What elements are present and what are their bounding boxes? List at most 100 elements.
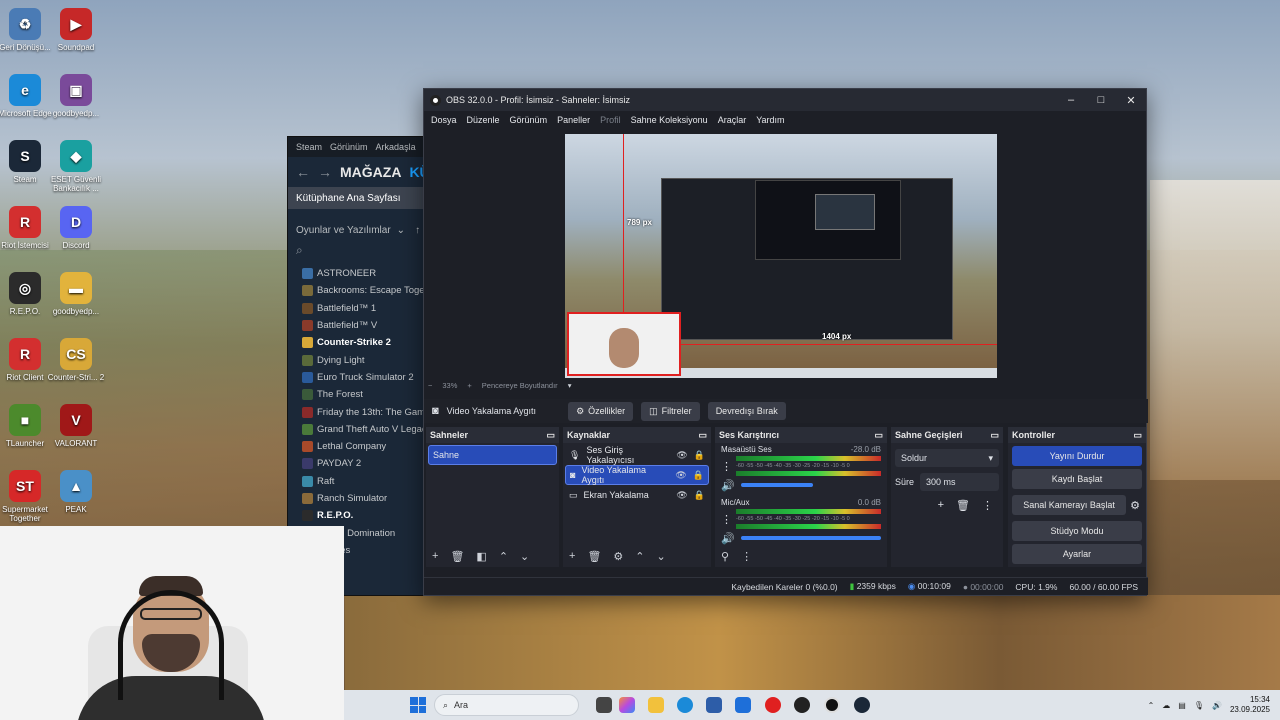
network-icon[interactable]: ▤ xyxy=(1178,701,1186,710)
task-view-icon[interactable] xyxy=(596,697,612,713)
undock-icon[interactable]: ▭ xyxy=(874,430,883,441)
cloud-icon[interactable]: ☁ xyxy=(1162,701,1170,710)
chatgpt-icon[interactable] xyxy=(794,697,810,713)
opera-icon[interactable] xyxy=(765,697,781,713)
close-icon[interactable]: ✕ xyxy=(1116,94,1146,107)
source-item-audio[interactable]: 🎙 Ses Giriş Yakalayıcısı 👁 🔒 xyxy=(565,445,709,465)
deactivate-button[interactable]: Devredışı Bırak xyxy=(707,402,786,420)
link-icon[interactable]: ⚲ xyxy=(721,550,729,563)
volume-slider[interactable] xyxy=(740,483,813,487)
gear-icon[interactable]: ⚙ xyxy=(1130,499,1140,512)
speaker-icon[interactable]: 🔊 xyxy=(721,532,735,545)
more-vertical-icon[interactable]: ⋮ xyxy=(741,550,752,563)
game-list-item[interactable]: Ranch Simulator xyxy=(302,490,426,507)
start-virtual-camera-button[interactable]: Sanal Kamerayı Başlat xyxy=(1012,495,1127,515)
scene-item[interactable]: Sahne xyxy=(428,445,557,465)
start-recording-button[interactable]: Kaydı Başlat xyxy=(1012,469,1142,489)
obs-taskbar-icon[interactable] xyxy=(824,697,840,713)
desktop-icon[interactable]: CS Counter-Stri... 2 xyxy=(46,338,106,382)
game-list-item[interactable]: PAYDAY 2 xyxy=(302,455,426,472)
selected-source-bounds[interactable] xyxy=(567,312,681,376)
chevron-down-icon[interactable]: ▾ xyxy=(568,381,572,390)
edge-icon[interactable] xyxy=(677,697,693,713)
desktop-icon[interactable]: ▲ PEAK xyxy=(46,470,106,514)
trash-icon[interactable]: 🗑 xyxy=(956,499,970,512)
zoom-in-button[interactable]: + xyxy=(467,381,471,390)
menu-tools[interactable]: Araçlar xyxy=(713,115,752,125)
store-icon[interactable] xyxy=(706,697,722,713)
undock-icon[interactable]: ▭ xyxy=(546,430,555,441)
desktop-icon[interactable]: ▣ goodbyedp... xyxy=(46,74,106,118)
lock-icon[interactable]: 🔒 xyxy=(694,490,705,501)
library-home[interactable]: Kütüphane Ana Sayfası xyxy=(288,187,426,209)
game-list-item[interactable]: ASTRONEER xyxy=(302,265,426,282)
trash-icon[interactable]: 🗑 xyxy=(587,550,601,563)
menu-scene-collection[interactable]: Sahne Koleksiyonu xyxy=(626,115,713,125)
move-down-icon[interactable]: ⌄ xyxy=(520,550,529,563)
game-list-item[interactable]: Backrooms: Escape Together xyxy=(302,282,426,299)
sort-arrow-icon[interactable]: ↑ xyxy=(415,225,420,236)
lock-icon[interactable]: 🔒 xyxy=(693,470,704,481)
copilot-icon[interactable] xyxy=(619,697,635,713)
menu-profile[interactable]: Profil xyxy=(595,115,626,125)
filter-icon[interactable]: ◧ xyxy=(476,550,486,563)
source-item-display[interactable]: ▭ Ekran Yakalama 👁 🔒 xyxy=(565,485,709,505)
move-down-icon[interactable]: ⌄ xyxy=(657,550,666,563)
properties-button[interactable]: ⚙ Özellikler xyxy=(568,401,634,421)
zoom-out-button[interactable]: − xyxy=(428,381,432,390)
volume-icon[interactable]: 🔊 xyxy=(1212,701,1222,710)
game-list-item[interactable]: Raft xyxy=(302,473,426,490)
menu-help[interactable]: Yardım xyxy=(751,115,789,125)
desktop-icon[interactable]: V VALORANT xyxy=(46,404,106,448)
steam-menu-friends[interactable]: Arkadaşla xyxy=(376,142,416,152)
game-list-item[interactable]: Battlefield™ 1 xyxy=(302,300,426,317)
game-list-item[interactable]: Dying Light xyxy=(302,351,426,368)
move-up-icon[interactable]: ⌃ xyxy=(499,550,508,563)
game-list-item[interactable]: Counter-Strike 2 xyxy=(302,334,426,351)
chevron-up-icon[interactable]: ⌃ xyxy=(1148,701,1155,710)
library-search-icon[interactable]: ⌕ xyxy=(288,243,426,265)
undock-icon[interactable]: ▭ xyxy=(990,430,999,441)
game-list-item[interactable]: Friday the 13th: The Game xyxy=(302,403,426,420)
game-list-item[interactable]: The Forest xyxy=(302,386,426,403)
steam-menu-steam[interactable]: Steam xyxy=(296,142,322,152)
back-arrow-icon[interactable]: ← xyxy=(296,164,310,180)
more-vertical-icon[interactable]: ⋮ xyxy=(721,513,732,526)
undock-icon[interactable]: ▭ xyxy=(698,430,707,441)
more-vertical-icon[interactable]: ⋮ xyxy=(721,460,732,473)
library-filter[interactable]: Oyunlar ve Yazılımlar ⌄ ↑ xyxy=(288,217,426,243)
stop-stream-button[interactable]: Yayını Durdur xyxy=(1012,446,1142,466)
steam-tab-store[interactable]: MAĞAZA xyxy=(340,164,401,180)
volume-slider[interactable] xyxy=(740,536,881,540)
taskbar-search[interactable]: ⌕ Ara xyxy=(434,694,579,716)
game-list-item[interactable]: R.E.P.O. xyxy=(302,507,426,524)
game-list-item[interactable]: Battlefield™ V xyxy=(302,317,426,334)
settings-button[interactable]: Ayarlar xyxy=(1012,544,1142,564)
clock[interactable]: 15:34 23.09.2025 xyxy=(1230,695,1270,715)
menu-docks[interactable]: Paneller xyxy=(552,115,595,125)
lock-icon[interactable]: 🔒 xyxy=(694,450,705,461)
add-icon[interactable]: + xyxy=(569,550,575,563)
steam-taskbar-icon[interactable] xyxy=(854,697,870,713)
file-explorer-icon[interactable] xyxy=(648,697,664,713)
desktop-icon[interactable]: D Discord xyxy=(46,206,106,250)
transition-select[interactable]: Soldur ▾ xyxy=(895,449,999,467)
gear-icon[interactable]: ⚙ xyxy=(613,550,623,563)
game-list-item[interactable]: Lethal Company xyxy=(302,438,426,455)
obs-window[interactable]: OBS 32.0.0 - Profil: İsimsiz - Sahneler:… xyxy=(423,88,1148,596)
game-list-item[interactable]: Euro Truck Simulator 2 xyxy=(302,369,426,386)
steam-menu-view[interactable]: Görünüm xyxy=(330,142,368,152)
maximize-icon[interactable]: □ xyxy=(1086,94,1116,107)
outlook-icon[interactable] xyxy=(735,697,751,713)
filters-button[interactable]: ◫ Filtreler xyxy=(641,401,700,421)
desktop-icon[interactable]: ▶ Soundpad xyxy=(46,8,106,52)
eye-icon[interactable]: 👁 xyxy=(676,450,687,461)
game-list-item[interactable]: Grand Theft Auto V Legacy xyxy=(302,421,426,438)
source-item-video[interactable]: ◙ Video Yakalama Aygıtı 👁 🔒 xyxy=(565,465,709,485)
microphone-icon[interactable]: 🎙 xyxy=(1194,701,1204,710)
speaker-icon[interactable]: 🔊 xyxy=(721,479,735,492)
menu-file[interactable]: Dosya xyxy=(426,115,462,125)
eye-icon[interactable]: 👁 xyxy=(676,490,687,501)
desktop-icon[interactable]: ◆ ESET Güvenli Bankacılık ... xyxy=(46,140,106,193)
more-vertical-icon[interactable]: ⋮ xyxy=(982,499,993,512)
